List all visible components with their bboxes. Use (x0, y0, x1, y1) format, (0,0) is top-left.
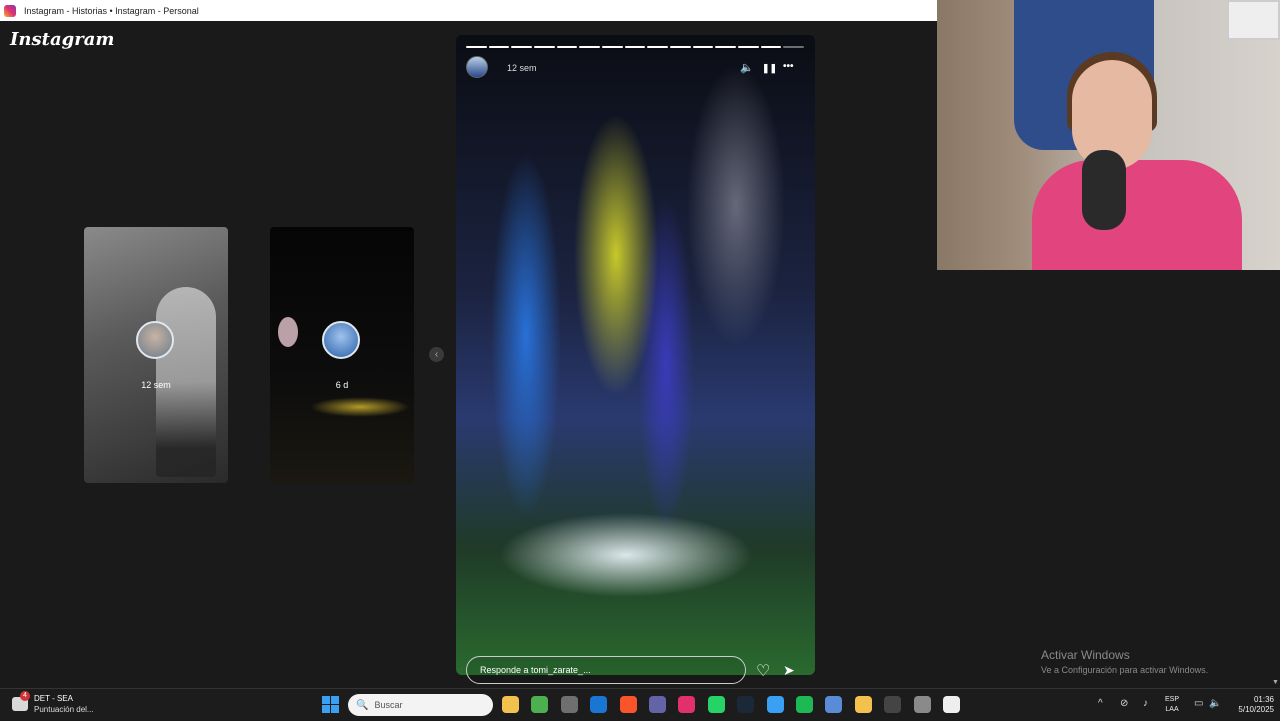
watermark-subtitle: Ve a Configuración para activar Windows. (1041, 665, 1209, 675)
activation-watermark: Activar Windows Ve a Configuración para … (1041, 648, 1208, 675)
webcam-shelf (1227, 0, 1280, 40)
teams-icon[interactable] (649, 696, 666, 713)
story-preview-2[interactable]: 6 d (270, 227, 414, 483)
scroll-down-icon[interactable]: ▼ (1272, 679, 1279, 686)
send-icon[interactable]: ➤ (783, 662, 795, 679)
progress-segment (760, 46, 782, 48)
mic-icon[interactable]: ♪ (1143, 698, 1148, 709)
instagram-app-icon (4, 4, 16, 17)
chatgpt-icon[interactable] (884, 696, 902, 713)
reply-input[interactable]: Responde a tomi_zarate_... (466, 656, 746, 684)
progress-segment (579, 46, 601, 48)
chevron-up-icon[interactable]: ^ (1098, 698, 1103, 709)
notification-badge: 4 (20, 691, 30, 701)
progress-segment (692, 46, 714, 48)
language-code: ESP (1165, 696, 1180, 703)
preview-photo (278, 317, 298, 347)
app-icon[interactable] (854, 696, 872, 713)
pause-icon[interactable]: ❚❚ (762, 63, 777, 74)
progress-segment (602, 46, 623, 48)
language-indicator[interactable]: ESP LAA (1165, 695, 1179, 715)
windows-logo-tile (331, 705, 339, 713)
network-off-icon[interactable]: ⊘ (1120, 698, 1128, 709)
spotify-icon[interactable] (796, 696, 813, 713)
windows-logo-tile (331, 696, 339, 704)
active-story[interactable]: 12 sem 🔈 ❚❚ ••• (456, 35, 815, 675)
preview-photo-lights (310, 397, 410, 417)
progress-segment (466, 46, 487, 48)
progress-segment (738, 46, 759, 48)
progress-segment (534, 46, 555, 48)
steam-icon[interactable] (737, 696, 755, 713)
window-title: Instagram - Historias • Instagram - Pers… (24, 5, 199, 16)
progress-segment (783, 46, 805, 48)
copilot-icon[interactable] (825, 696, 843, 713)
search-icon: 🔍 (356, 699, 369, 711)
progress-segment (647, 46, 669, 48)
progress-segment (624, 46, 646, 48)
preview-time: 12 sem (141, 380, 171, 390)
display-icon[interactable]: ▭ (1194, 698, 1203, 709)
webcam-overlay (937, 0, 1280, 270)
progress-segment (715, 46, 737, 48)
brave-icon[interactable] (619, 696, 637, 713)
avatar (136, 321, 174, 359)
volume-icon[interactable]: 🔈 (740, 61, 754, 74)
webcam-person-body (1032, 160, 1242, 270)
settings-icon[interactable] (913, 696, 931, 713)
windows-logo-tile (322, 696, 330, 704)
windows-logo-tile (322, 705, 330, 713)
widget-title: DET - SEA (34, 694, 73, 703)
clock-time: 01:36 (1253, 695, 1274, 704)
clock-date: 5/10/2025 (1238, 705, 1274, 714)
story-avatar[interactable] (466, 56, 488, 78)
file-explorer-icon[interactable] (502, 696, 519, 713)
progress-segment (511, 46, 533, 48)
taskbar: 4 DET - SEA Puntuación del... 🔍 Buscar ^… (0, 688, 1280, 720)
volume-icon[interactable]: 🔈 (1209, 698, 1221, 709)
store-icon[interactable] (560, 696, 578, 713)
more-icon[interactable]: ••• (783, 61, 794, 72)
preview-time: 6 d (335, 380, 349, 390)
microphone (1082, 150, 1126, 230)
chevron-left-icon[interactable]: ‹ (429, 347, 444, 362)
outlook-icon[interactable] (590, 696, 608, 713)
progress-segment (488, 46, 510, 48)
watermark-title: Activar Windows (1041, 648, 1130, 662)
story-preview-1[interactable]: 12 sem (84, 227, 228, 483)
clock[interactable]: 01:36 5/10/2025 (1228, 695, 1274, 715)
widget-subtitle: Puntuación del... (34, 705, 94, 714)
heart-icon[interactable]: ♡ (756, 661, 770, 681)
progress-segment (670, 46, 691, 48)
capcut-icon[interactable] (943, 696, 960, 713)
progress-segment (556, 46, 578, 48)
chrome-icon[interactable] (531, 696, 549, 713)
taskbar-search[interactable]: 🔍 Buscar (348, 694, 493, 716)
story-progress (466, 46, 805, 48)
start-button[interactable] (322, 696, 339, 713)
story-time: 12 sem (507, 63, 537, 73)
weather-widget[interactable]: 4 DET - SEA Puntuación del... (12, 691, 94, 714)
whatsapp-icon[interactable] (707, 696, 725, 713)
instagram-icon[interactable] (678, 696, 696, 713)
instagram-logo[interactable]: Instagram (10, 29, 114, 50)
news-icon: 4 (12, 691, 30, 711)
avatar (322, 321, 360, 359)
photo-icon[interactable] (766, 696, 784, 713)
layout-code: LAA (1165, 706, 1179, 713)
search-placeholder: Buscar (374, 700, 403, 710)
